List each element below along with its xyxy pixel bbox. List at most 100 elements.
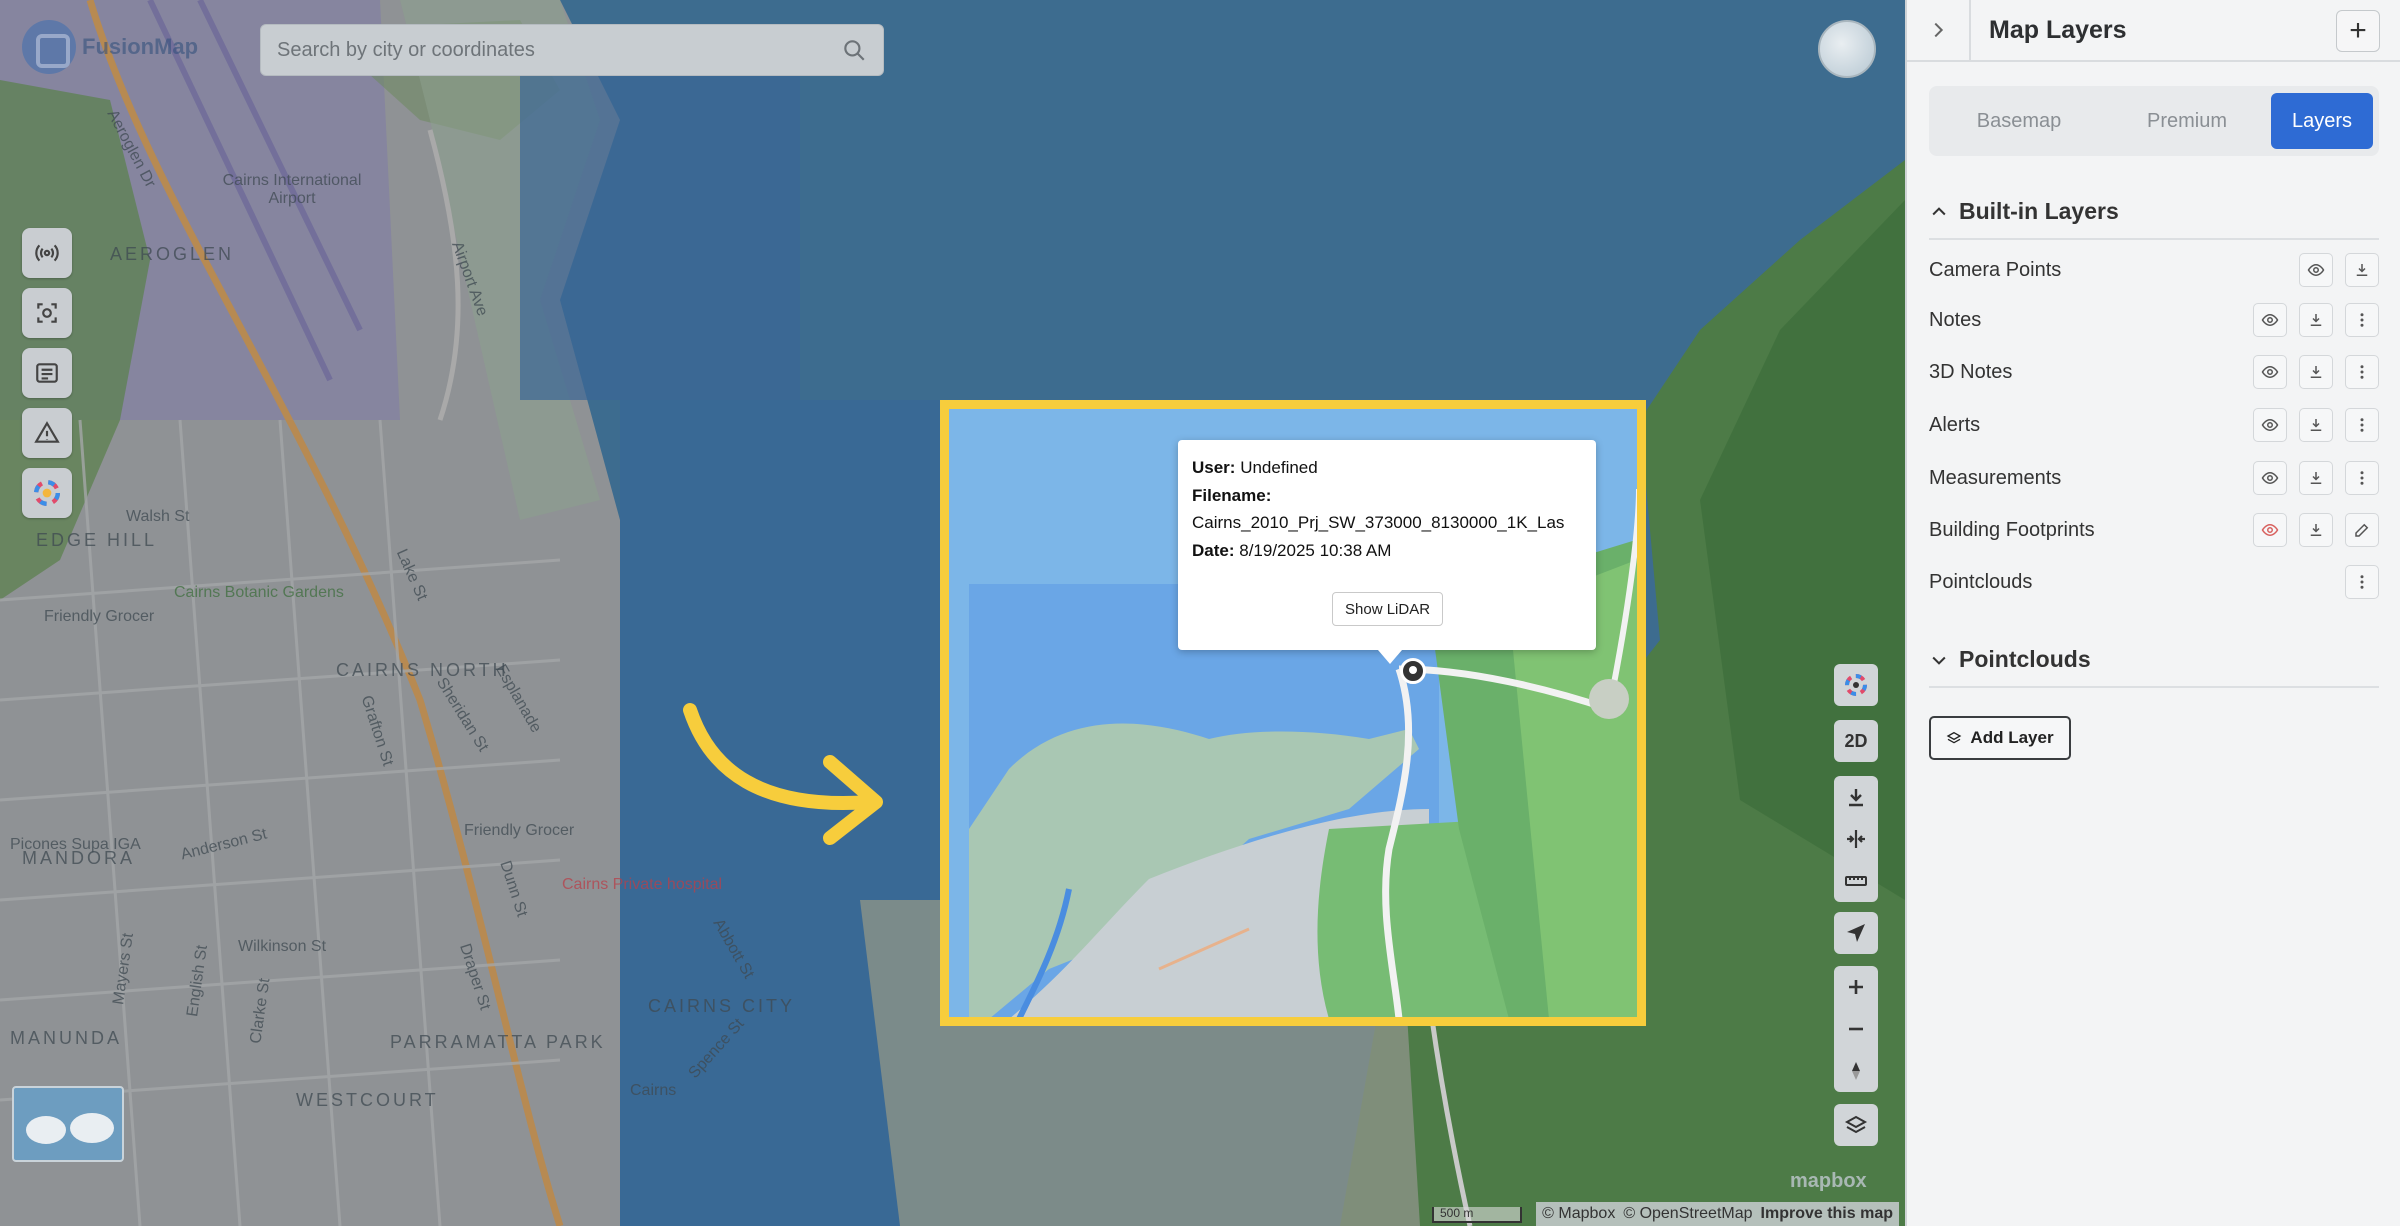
osm-credit-link[interactable]: © OpenStreetMap [1623,1205,1752,1223]
toggle-visibility-button[interactable] [2253,408,2287,442]
color-mode-button[interactable] [1834,664,1878,706]
filename-label: Filename: [1192,485,1272,505]
more-options-button[interactable] [2345,355,2379,389]
more-options-button[interactable] [2345,303,2379,337]
map-label: Cairns Botanic Gardens [174,584,344,601]
layers-icon [1947,731,1962,744]
search-icon[interactable] [841,37,867,63]
divider [1929,686,2379,688]
more-options-button[interactable] [2345,461,2379,495]
download-icon [2356,264,2368,276]
layer-row-3d-notes: 3D Notes [1929,352,2379,392]
add-layer-button[interactable]: Add Layer [1929,716,2071,760]
warning-icon [34,421,60,443]
layer-label: 3D Notes [1929,360,2013,383]
map-layers-panel: Map Layers + Basemap Premium Layers Buil… [1905,0,2400,1226]
download-icon [2310,472,2322,484]
split-icon [1847,830,1865,848]
more-icon [2360,471,2364,485]
add-layer-top-button[interactable]: + [2336,10,2380,52]
notes-tool-button[interactable] [22,348,72,398]
pointclouds-title: Pointclouds [1959,646,2091,672]
layer-row-building-footprints: Building Footprints [1929,510,2379,550]
download-layer-button[interactable] [2299,513,2333,547]
toggle-visibility-button[interactable] [2299,253,2333,287]
more-icon [2360,418,2364,432]
mapbox-watermark: mapbox [1790,1170,1867,1192]
map-attribution: © Mapbox © OpenStreetMap Improve this ma… [1536,1202,1899,1226]
map-label: PARRAMATTA PARK [390,1032,606,1052]
edit-layer-button[interactable] [2345,513,2379,547]
map-marker-pin[interactable] [1400,658,1426,684]
user-value: Undefined [1240,458,1318,477]
focus-camera-icon [37,303,57,323]
download-tool-button[interactable] [1834,776,1878,818]
measure-tool-button[interactable] [1834,860,1878,902]
map-label: Picones Supa IGA [10,836,141,853]
download-layer-button[interactable] [2299,408,2333,442]
view-mode-button[interactable]: 2D [1834,720,1878,762]
map-label: Friendly Grocer [44,608,155,625]
user-avatar[interactable] [1818,20,1876,78]
popup-filename-row: Filename: [1192,482,1582,510]
popup-date-row: Date: 8/19/2025 10:38 AM [1192,537,1582,565]
built-in-layers-header[interactable]: Built-in Layers [1929,198,2119,225]
map-label: AEROGLEN [110,244,235,264]
download-icon [2310,314,2322,326]
search-input[interactable] [277,38,841,62]
map-label: MANUNDA [10,1028,123,1048]
locate-button[interactable] [1834,912,1878,954]
show-lidar-button[interactable]: Show LiDAR [1332,592,1444,626]
eye-icon [2307,263,2325,277]
tab-basemap[interactable]: Basemap [1935,93,2103,149]
broadcast-tool-button[interactable] [22,228,72,278]
compare-tool-button[interactable] [1834,818,1878,860]
zoom-in-button[interactable] [1834,966,1878,1008]
filename-value: Cairns_2010_Prj_SW_373000_8130000_1K_Las [1192,513,1565,532]
cloud-thumbnail-icon [26,1113,114,1144]
toggle-visibility-button[interactable] [2253,461,2287,495]
panel-header: Map Layers + [1907,0,2400,62]
divider [1929,238,2379,240]
download-layer-button[interactable] [2299,303,2333,337]
layers-toggle-button[interactable] [1834,1104,1878,1146]
download-layer-button[interactable] [2299,461,2333,495]
basemap-minimap[interactable] [12,1086,124,1162]
pointclouds-header[interactable]: Pointclouds [1929,646,2091,673]
toggle-visibility-button[interactable] [2253,303,2287,337]
toggle-visibility-button[interactable] [2253,513,2287,547]
layer-info-popup: User: Undefined Filename: Cairns_2010_Pr… [1178,440,1596,664]
map-label: Wilkinson St [238,938,327,955]
color-wheel-icon [34,480,60,506]
layer-label: Camera Points [1929,258,2062,281]
navigation-arrow-icon [1847,924,1865,942]
zoom-out-button[interactable] [1834,1008,1878,1050]
user-label: User: [1192,458,1236,477]
tab-layers[interactable]: Layers [2271,93,2373,149]
more-options-button[interactable] [2345,408,2379,442]
layer-row-camera-points: Camera Points [1929,250,2379,290]
download-layer-button[interactable] [2345,253,2379,287]
chevron-down-icon [1932,656,1946,665]
camera-tool-button[interactable] [22,288,72,338]
map-label: Walsh St [126,508,190,525]
color-tool-button[interactable] [22,468,72,518]
alerts-tool-button[interactable] [22,408,72,458]
map-label: CAIRNS NORTH [336,660,509,680]
note-icon [36,363,58,383]
app-logo[interactable]: FusionMap [22,20,198,74]
mapbox-credit-link[interactable]: © Mapbox [1542,1205,1615,1223]
collapse-panel-button[interactable] [1907,0,1971,61]
layers-icon [1844,1115,1868,1134]
app-name: FusionMap [82,34,199,59]
layer-row-pointclouds: Pointclouds [1929,562,2379,602]
compass-button[interactable] [1834,1050,1878,1092]
improve-map-link[interactable]: Improve this map [1761,1205,1893,1223]
tab-premium[interactable]: Premium [2103,93,2271,149]
toggle-visibility-button[interactable] [2253,355,2287,389]
more-icon [2360,313,2364,327]
ruler-icon [1845,876,1867,886]
layer-label: Pointclouds [1929,570,2033,593]
download-layer-button[interactable] [2299,355,2333,389]
more-options-button[interactable] [2345,565,2379,599]
